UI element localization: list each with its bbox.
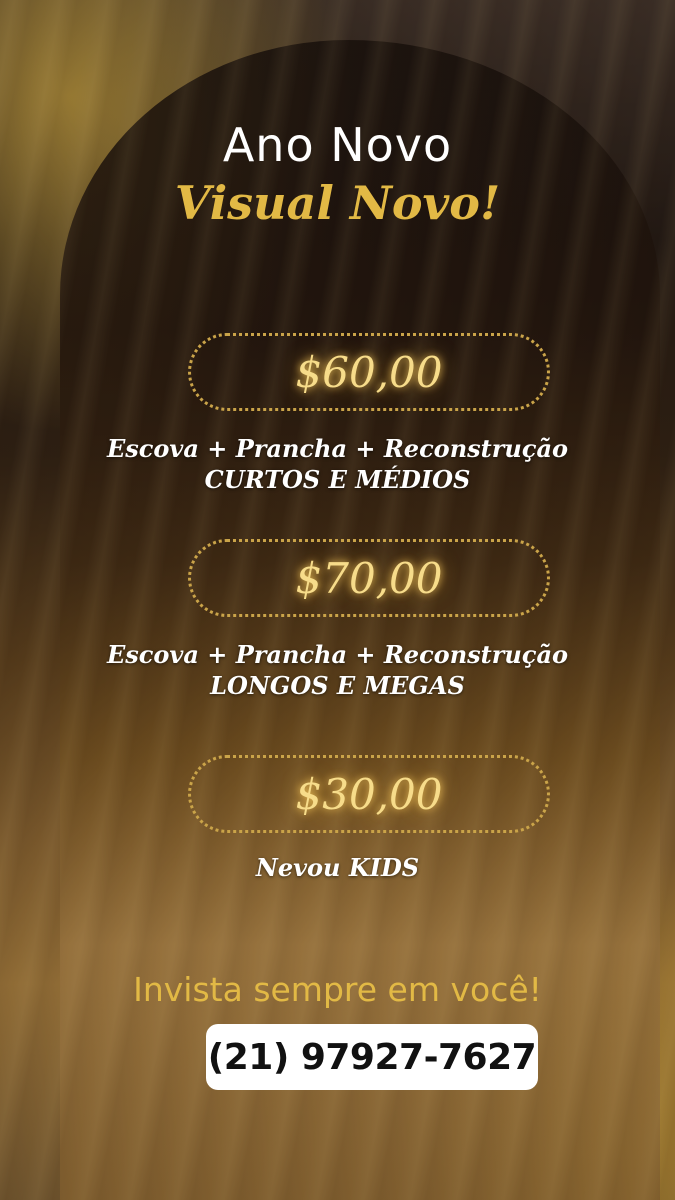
offer-2-category: LONGOS E MEGAS [210,671,465,700]
price-1: $60,00 [295,347,443,397]
offer-description-2: Escova + Prancha + Reconstrução LONGOS E… [0,639,675,701]
price-3: $30,00 [295,769,443,819]
offer-description-3: Nevou KIDS [0,852,675,883]
price-2: $70,00 [295,553,443,603]
offer-3-services: Nevou KIDS [255,853,420,882]
offer-2-services: Escova + Prancha + Reconstrução [106,640,568,669]
slogan: Invista sempre em você! [133,970,542,1009]
phone-number[interactable]: (21) 97927-7627 [208,1037,537,1078]
headline-visual-novo: Visual Novo! [174,176,501,230]
price-badge-3: $30,00 [188,755,550,833]
price-badge-1: $60,00 [188,333,550,411]
price-badge-2: $70,00 [188,539,550,617]
offer-description-1: Escova + Prancha + Reconstrução CURTOS E… [0,433,675,495]
promo-content: Ano Novo Visual Novo! $60,00 Escova + Pr… [0,0,675,1200]
offer-1-category: CURTOS E MÉDIOS [204,465,471,494]
headline-ano-novo: Ano Novo [222,118,453,172]
phone-badge[interactable]: (21) 97927-7627 [206,1024,538,1090]
offer-1-services: Escova + Prancha + Reconstrução [106,434,568,463]
